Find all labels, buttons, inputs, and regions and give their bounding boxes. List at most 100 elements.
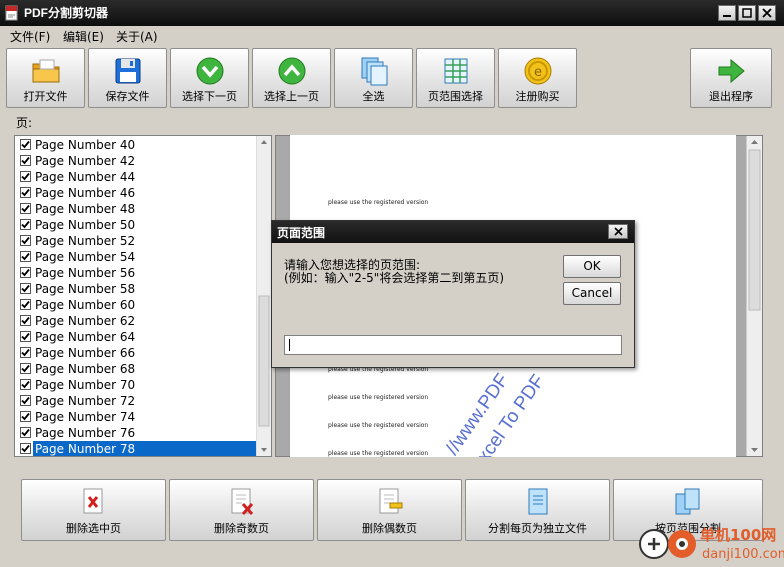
delete-even-pages-icon <box>375 486 405 518</box>
checkmark-icon <box>21 396 30 405</box>
page-label: Page Number 46 <box>35 186 136 200</box>
page-list-item[interactable]: Page Number 58 <box>17 281 257 297</box>
page-checkbox[interactable] <box>20 427 31 438</box>
registration-notice: please use the registered version <box>328 394 429 401</box>
page-label: Page Number 76 <box>35 426 136 440</box>
save-file-button[interactable]: 保存文件 <box>88 48 167 108</box>
page-checkbox[interactable] <box>20 267 31 278</box>
page-list-item[interactable]: Page Number 70 <box>17 377 257 393</box>
page-list-item[interactable]: Page Number 56 <box>17 265 257 281</box>
checkmark-icon <box>21 252 30 261</box>
app-pdf-icon <box>5 5 19 21</box>
dialog-close-button[interactable] <box>608 224 628 239</box>
preview-scrollbar[interactable] <box>746 136 762 456</box>
page-label: Page Number 40 <box>35 138 136 152</box>
menu-edit[interactable]: 编辑(E) <box>63 28 104 45</box>
delete-selected-pages-icon <box>79 486 109 518</box>
svg-text:danji100.com: danji100.com <box>702 547 784 562</box>
page-checkbox[interactable] <box>20 283 31 294</box>
close-button[interactable] <box>758 5 776 21</box>
page-list-item[interactable]: Page Number 46 <box>17 185 257 201</box>
page-checkbox[interactable] <box>20 235 31 246</box>
delete-selected-pages-label: 删除选中页 <box>66 522 121 535</box>
minimize-button[interactable] <box>718 5 736 21</box>
page-label: Page Number 78 <box>33 441 257 456</box>
page-checkbox[interactable] <box>20 315 31 326</box>
dialog-title-bar[interactable]: 页面范围 <box>272 221 634 243</box>
page-list-scrollbar[interactable] <box>256 136 271 456</box>
page-checkbox[interactable] <box>20 347 31 358</box>
register-buy-button[interactable]: e 注册购买 <box>498 48 577 108</box>
page-checkbox[interactable] <box>20 331 31 342</box>
page-list-item[interactable]: Page Number 62 <box>17 313 257 329</box>
select-all-button[interactable]: 全选 <box>334 48 413 108</box>
ok-button[interactable]: OK <box>563 255 621 278</box>
menu-file[interactable]: 文件(F) <box>10 28 50 45</box>
page-list-item[interactable]: Page Number 48 <box>17 201 257 217</box>
page-checkbox[interactable] <box>20 171 31 182</box>
close-icon <box>613 227 623 236</box>
page-checkbox[interactable] <box>20 219 31 230</box>
delete-odd-pages-button[interactable]: 删除奇数页 <box>169 479 314 541</box>
floppy-disk-icon <box>112 55 144 87</box>
page-checkbox[interactable] <box>20 443 31 454</box>
page-list-item[interactable]: Page Number 40 <box>17 137 257 153</box>
page-checkbox[interactable] <box>20 155 31 166</box>
page-list-item[interactable]: Page Number 54 <box>17 249 257 265</box>
dialog-title: 页面范围 <box>277 226 326 240</box>
split-by-range-icon <box>673 486 703 518</box>
delete-selected-pages-button[interactable]: 删除选中页 <box>21 479 166 541</box>
next-page-button[interactable]: 选择下一页 <box>170 48 249 108</box>
delete-even-pages-button[interactable]: 删除偶数页 <box>317 479 462 541</box>
split-pages-icon <box>523 486 553 518</box>
green-down-arrow-icon <box>194 55 226 87</box>
page-range-input[interactable] <box>284 335 622 355</box>
page-checkbox[interactable] <box>20 251 31 262</box>
page-list-item[interactable]: Page Number 66 <box>17 345 257 361</box>
page-checkbox[interactable] <box>20 411 31 422</box>
page-list[interactable]: Page Number 40 Page Number 42 Page Numbe… <box>14 135 272 457</box>
page-list-item[interactable]: Page Number 74 <box>17 409 257 425</box>
page-range-select-button[interactable]: 页范围选择 <box>416 48 495 108</box>
open-file-button[interactable]: 打开文件 <box>6 48 85 108</box>
page-checkbox[interactable] <box>20 363 31 374</box>
page-list-item-selected[interactable]: Page Number 78 <box>17 441 257 456</box>
page-list-item[interactable]: Page Number 64 <box>17 329 257 345</box>
page-range-select-label: 页范围选择 <box>428 90 483 103</box>
page-list-item[interactable]: Page Number 50 <box>17 217 257 233</box>
split-each-page-button[interactable]: 分割每页为独立文件 <box>465 479 610 541</box>
page-label: Page Number 56 <box>35 266 136 280</box>
page-list-item[interactable]: Page Number 44 <box>17 169 257 185</box>
exit-program-label: 退出程序 <box>709 90 753 103</box>
scrollbar-arrows-icon <box>748 140 761 452</box>
page-checkbox[interactable] <box>20 299 31 310</box>
checkmark-icon <box>21 316 30 325</box>
delete-even-pages-label: 删除偶数页 <box>362 522 417 535</box>
maximize-button[interactable] <box>738 5 756 21</box>
svg-text:e: e <box>534 65 542 80</box>
page-checkbox[interactable] <box>20 379 31 390</box>
checkmark-icon <box>21 172 30 181</box>
exit-program-button[interactable]: 退出程序 <box>690 48 772 108</box>
page-list-item[interactable]: Page Number 72 <box>17 393 257 409</box>
page-checkbox[interactable] <box>20 203 31 214</box>
page-list-item[interactable]: Page Number 68 <box>17 361 257 377</box>
page-list-item[interactable]: Page Number 52 <box>17 233 257 249</box>
page-label: Page Number 60 <box>35 298 136 312</box>
page-list-item[interactable]: Page Number 60 <box>17 297 257 313</box>
page-label: Page Number 44 <box>35 170 136 184</box>
page-checkbox[interactable] <box>20 187 31 198</box>
menu-about[interactable]: 关于(A) <box>116 28 158 45</box>
page-list-item[interactable]: Page Number 76 <box>17 425 257 441</box>
site-watermark-logo: 单机100网 danji100.com <box>638 520 784 564</box>
checkmark-icon <box>21 220 30 229</box>
green-up-arrow-icon <box>276 55 308 87</box>
text-caret <box>289 339 290 351</box>
previous-page-button[interactable]: 选择上一页 <box>252 48 331 108</box>
page-checkbox[interactable] <box>20 395 31 406</box>
cancel-button[interactable]: Cancel <box>563 282 621 305</box>
page-list-item[interactable]: Page Number 42 <box>17 153 257 169</box>
checkmark-icon <box>21 300 30 309</box>
pages-label: 页: <box>16 116 33 130</box>
page-checkbox[interactable] <box>20 139 31 150</box>
